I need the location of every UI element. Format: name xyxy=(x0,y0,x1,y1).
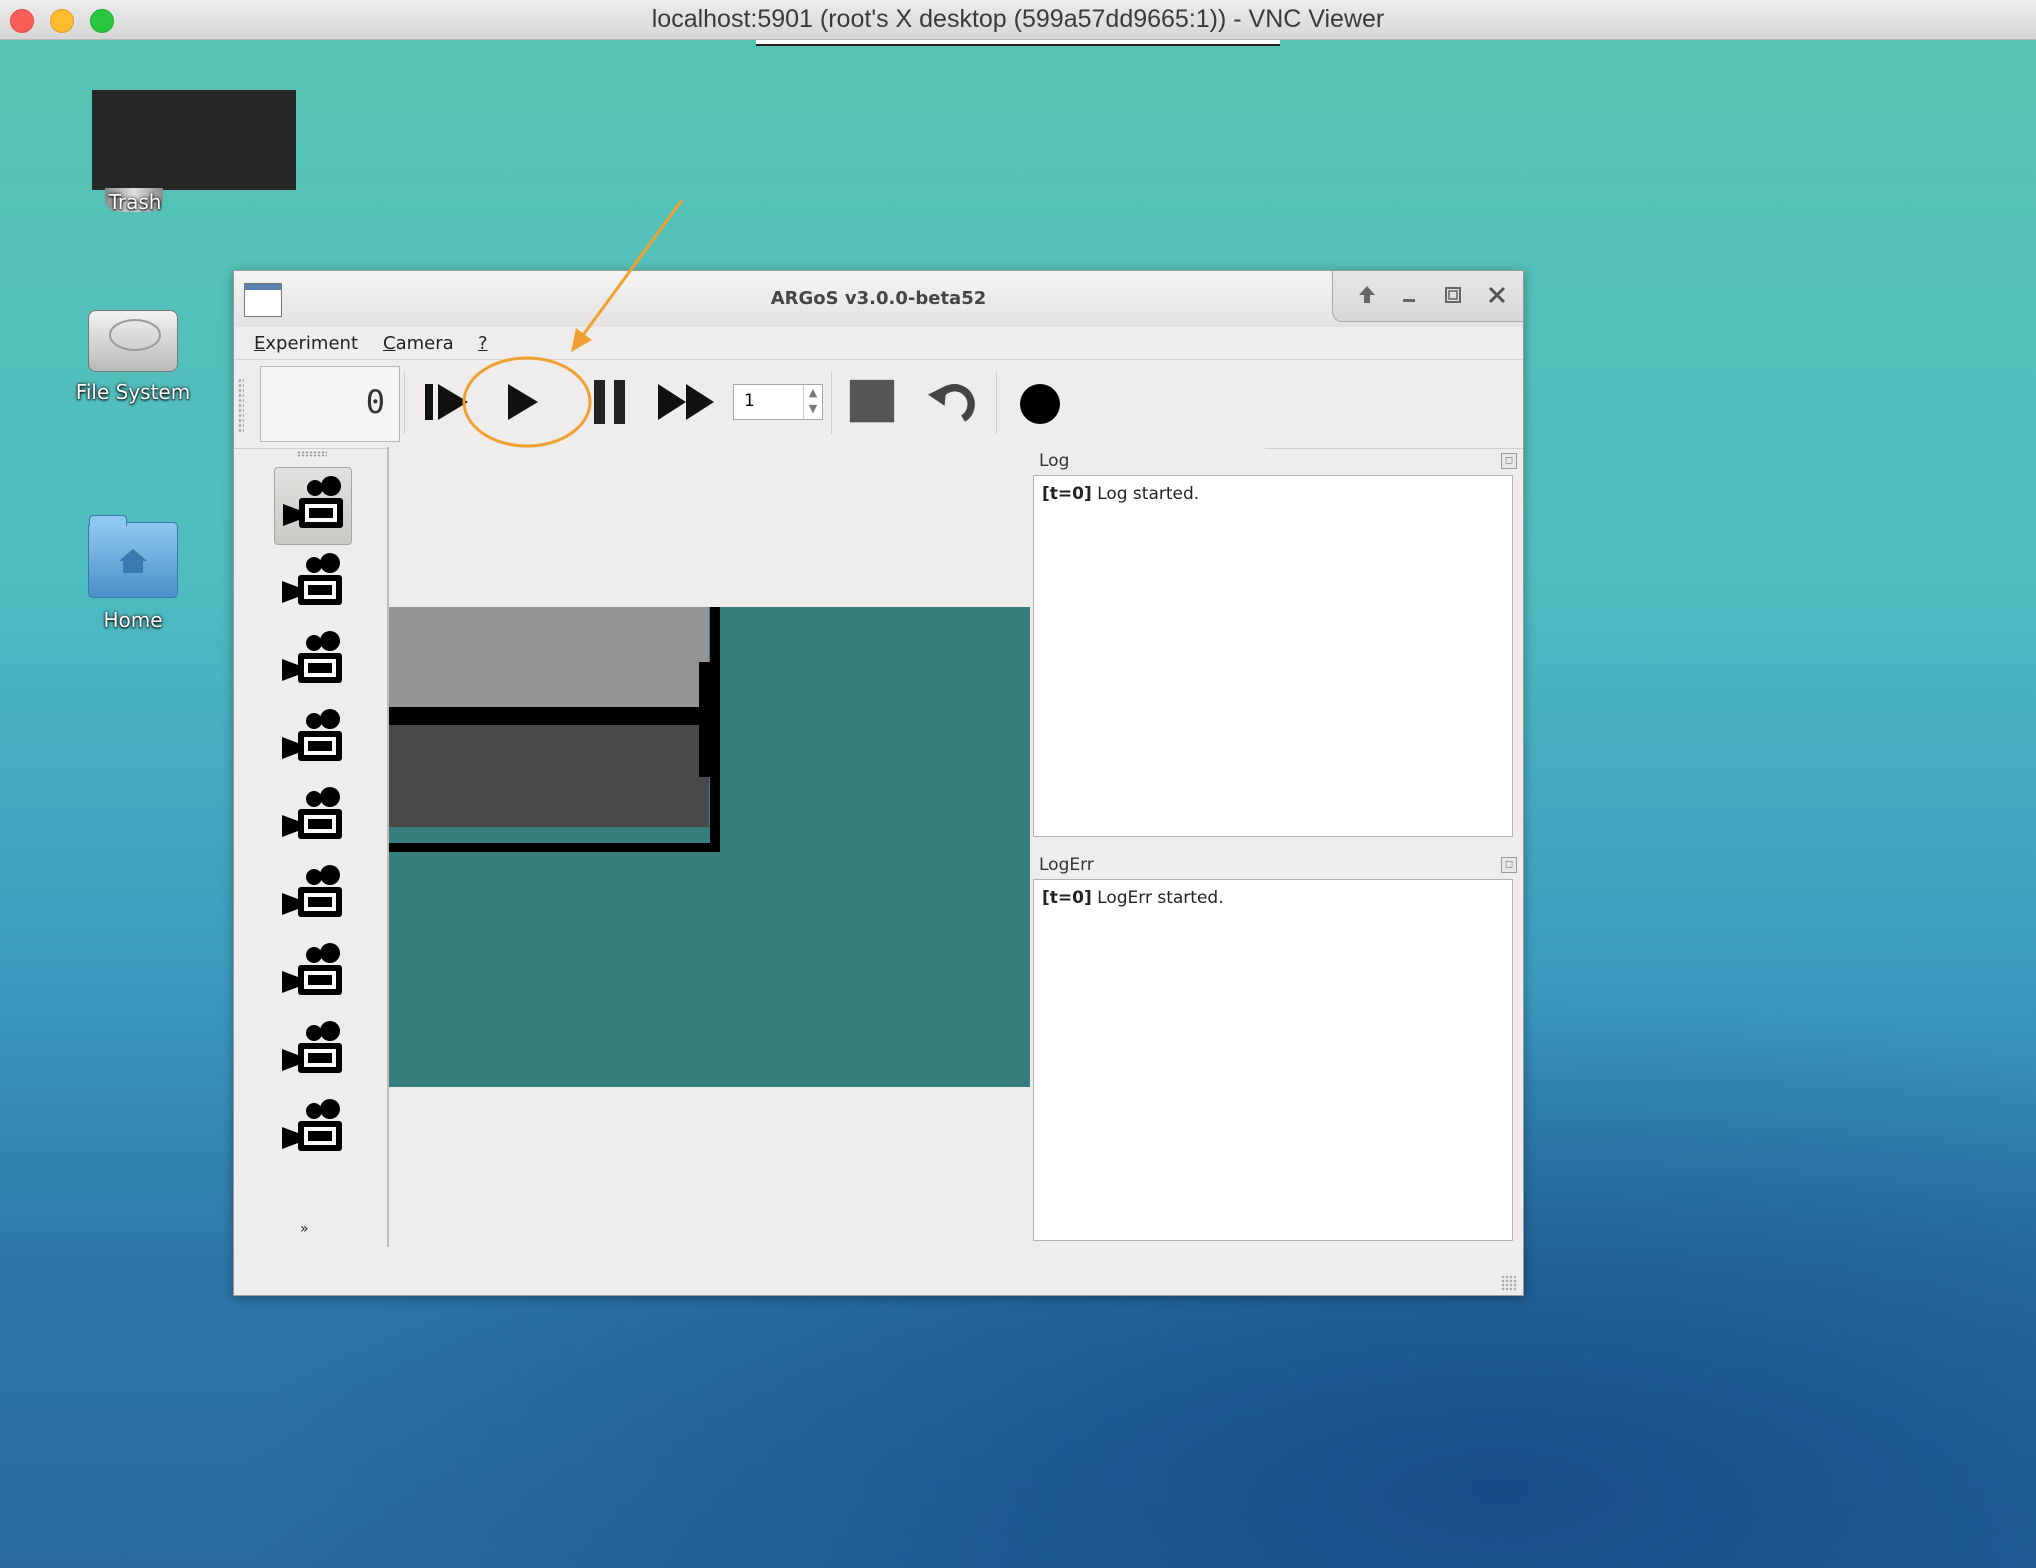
play-icon[interactable] xyxy=(498,378,546,426)
desktop-icon-label: File System xyxy=(75,380,191,404)
camera-button-5[interactable] xyxy=(274,779,350,855)
reset-icon[interactable] xyxy=(924,378,980,426)
stop-icon[interactable] xyxy=(846,378,898,426)
toolbar: 0 1 ▲ ▼ xyxy=(234,359,1523,449)
desktop-icon-file-system[interactable]: File System xyxy=(58,310,208,404)
video-camera-icon xyxy=(282,1021,342,1073)
video-camera-icon xyxy=(282,553,342,605)
toolbar-separator xyxy=(831,372,832,434)
toolbar-separator xyxy=(404,372,405,434)
arena-floor xyxy=(389,607,1030,1087)
spin-arrows[interactable]: ▲ ▼ xyxy=(803,385,822,419)
argos-window: ARGoS v3.0.0-beta52 Experiment Camera ? … xyxy=(233,270,1524,1296)
video-camera-icon xyxy=(282,709,342,761)
pause-icon[interactable] xyxy=(590,378,630,426)
camera-button-7[interactable] xyxy=(274,935,350,1011)
close-icon[interactable] xyxy=(1483,281,1511,309)
camera-button-3[interactable] xyxy=(274,623,350,699)
video-camera-icon xyxy=(282,865,342,917)
camera-panel: » xyxy=(234,447,389,1247)
video-camera-icon xyxy=(282,1099,342,1151)
log-line: [t=0] Log started. xyxy=(1042,484,1200,504)
float-icon[interactable]: ◻ xyxy=(1501,453,1517,469)
video-camera-icon xyxy=(283,476,343,528)
speed-spinbox[interactable]: 1 ▲ ▼ xyxy=(733,384,823,420)
step-counter-value: 0 xyxy=(365,383,385,421)
window-titlebar: ARGoS v3.0.0-beta52 xyxy=(234,271,1523,327)
logerr-line: [t=0] LogErr started. xyxy=(1042,888,1224,908)
toolbar-separator xyxy=(996,372,997,434)
menu-camera[interactable]: Camera xyxy=(383,333,454,354)
step-counter: 0 xyxy=(260,366,400,442)
step-icon[interactable] xyxy=(422,378,478,426)
record-icon[interactable] xyxy=(1016,378,1064,426)
camera-button-8[interactable] xyxy=(274,1013,350,1089)
camera-button-9[interactable] xyxy=(274,1091,350,1167)
arena-walls xyxy=(389,607,720,852)
maximize-icon[interactable] xyxy=(1439,281,1467,309)
desktop-icon-home[interactable]: Home xyxy=(58,515,208,632)
speed-value: 1 xyxy=(744,391,755,411)
camera-button-2[interactable] xyxy=(274,545,350,621)
hard-drive-icon xyxy=(88,310,178,372)
log-title: Log xyxy=(1039,451,1070,471)
panel-edge xyxy=(756,40,1280,46)
desktop-icon-label: Home xyxy=(103,608,163,632)
trash-thumbnail xyxy=(92,90,296,190)
logerr-title: LogErr xyxy=(1039,855,1094,875)
camera-button-4[interactable] xyxy=(274,701,350,777)
video-camera-icon xyxy=(282,787,342,839)
resize-grip[interactable] xyxy=(1501,1275,1517,1291)
minimize-icon[interactable] xyxy=(1395,281,1423,309)
menu-experiment[interactable]: Experiment xyxy=(254,333,358,354)
shade-icon[interactable] xyxy=(1353,281,1381,309)
vnc-window-title: localhost:5901 (root's X desktop (599a57… xyxy=(651,5,1385,33)
menubar: Experiment Camera ? xyxy=(234,327,1523,359)
window-controls xyxy=(1332,271,1523,322)
toolbar-grip[interactable] xyxy=(238,378,244,432)
log-textbox[interactable]: [t=0] Log started. xyxy=(1033,475,1513,837)
window-title: ARGoS v3.0.0-beta52 xyxy=(770,288,987,309)
camera-button-1[interactable] xyxy=(274,467,352,545)
video-camera-icon xyxy=(282,631,342,683)
vnc-titlebar: localhost:5901 (root's X desktop (599a57… xyxy=(0,0,2036,40)
float-icon[interactable]: ◻ xyxy=(1501,857,1517,873)
video-camera-icon xyxy=(282,943,342,995)
home-folder-icon xyxy=(88,515,178,598)
camera-button-6[interactable] xyxy=(274,857,350,933)
desktop-icon-trash[interactable]: Trash xyxy=(60,190,210,214)
fast-forward-icon[interactable] xyxy=(654,378,722,426)
panel-handle[interactable] xyxy=(297,451,327,457)
chevron-down-icon[interactable]: » xyxy=(300,1221,309,1237)
desktop-icon-label: Trash xyxy=(108,190,162,214)
logerr-textbox[interactable]: [t=0] LogErr started. xyxy=(1033,879,1513,1241)
menu-help[interactable]: ? xyxy=(478,333,488,354)
